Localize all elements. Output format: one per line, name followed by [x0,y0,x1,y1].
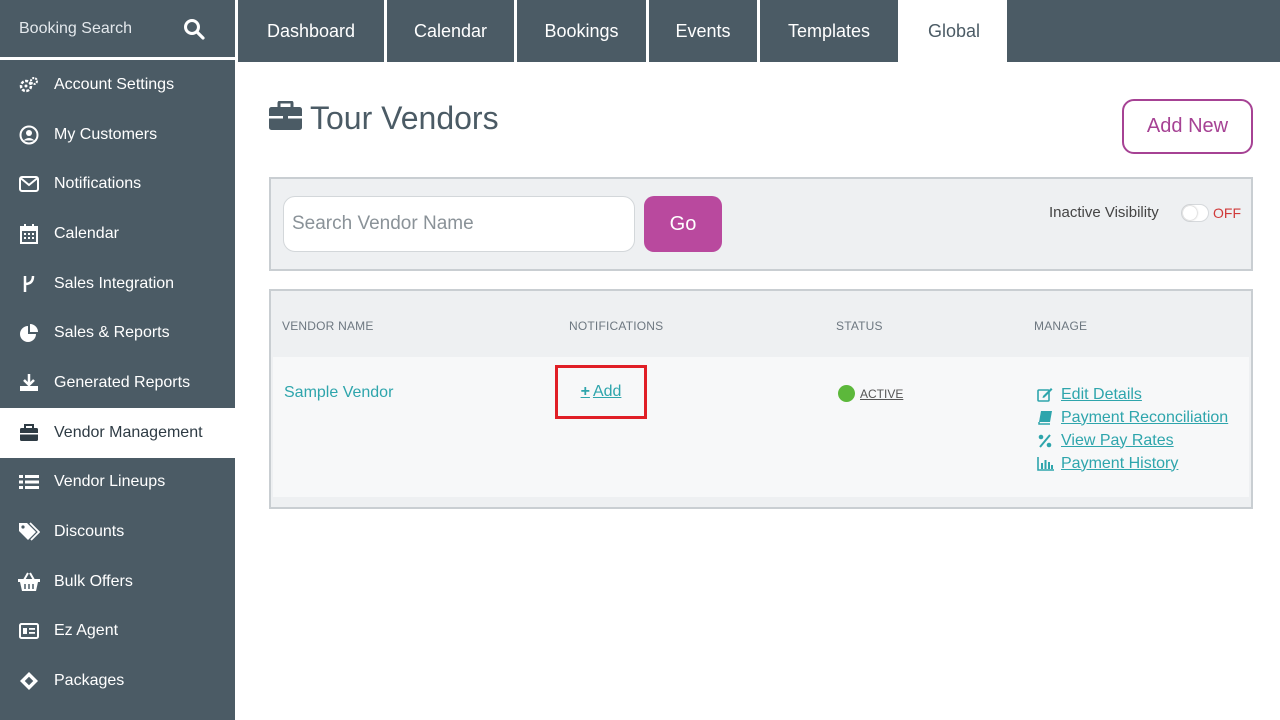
go-button[interactable]: Go [644,196,722,252]
highlight-box: + Add [555,365,647,419]
tab-calendar[interactable]: Calendar [384,0,514,62]
tab-global[interactable]: Global [898,0,1007,62]
add-notification-link[interactable]: + Add [581,383,622,401]
sidebar-item-label: Sales Integration [54,274,175,292]
tab-events[interactable]: Events [646,0,757,62]
status-indicator: ACTIVE [838,385,903,402]
sidebar-item-vendor-lineups[interactable]: Vendor Lineups [0,458,235,508]
table-row: Sample Vendor + Add ACTIVE Edit Details … [273,357,1249,497]
add-notification-label: Add [592,383,622,400]
sidebar-item-label: Notifications [54,175,142,193]
briefcase-icon [18,423,40,443]
inactive-visibility-label: Inactive Visibility [1049,204,1159,221]
fork-icon [18,274,40,294]
edit-details-item[interactable]: Edit Details [1036,383,1228,406]
column-header-status: STATUS [836,319,883,333]
view-pay-rates-link[interactable]: View Pay Rates [1061,432,1174,450]
sidebar-item-label: Ez Agent [54,622,119,640]
sidebar-item-generated-reports[interactable]: Generated Reports [0,358,235,408]
column-header-manage: MANAGE [1034,319,1088,333]
sidebar-item-label: Generated Reports [54,373,191,391]
column-header-vendor-name: VENDOR NAME [282,319,374,333]
tab-bookings[interactable]: Bookings [514,0,646,62]
edit-details-link[interactable]: Edit Details [1061,386,1142,404]
pie-chart-icon [18,323,40,343]
plus-icon: + [580,383,590,400]
book-icon [1036,410,1054,425]
booking-search-label: Booking Search [19,19,132,37]
sidebar-item-calendar[interactable]: Calendar [0,209,235,259]
calendar-icon [18,223,40,244]
column-header-notifications: NOTIFICATIONS [569,319,664,333]
payment-reconciliation-link[interactable]: Payment Reconciliation [1061,409,1228,427]
sidebar-item-label: My Customers [54,125,158,143]
inactive-visibility-toggle[interactable] [1181,204,1209,222]
vendor-search-input[interactable] [283,196,635,252]
tab-templates[interactable]: Templates [757,0,898,62]
tags-icon [18,522,40,542]
sidebar-item-ez-agent[interactable]: Ez Agent [0,607,235,657]
toggle-knob [1183,206,1197,220]
sidebar-item-account-settings[interactable]: Account Settings [0,60,235,110]
sidebar-item-bulk-offers[interactable]: Bulk Offers [0,557,235,607]
download-icon [18,373,40,393]
vendor-name-link[interactable]: Sample Vendor [284,384,393,402]
sidebar-item-discounts[interactable]: Discounts [0,507,235,557]
status-dot-icon [838,385,855,402]
list-icon [18,472,40,492]
sidebar-item-notifications[interactable]: Notifications [0,159,235,209]
sidebar-item-label: Calendar [54,224,119,242]
payment-history-item[interactable]: Payment History [1036,452,1228,475]
payment-history-link[interactable]: Payment History [1061,455,1178,473]
add-new-button[interactable]: Add New [1122,99,1253,154]
sidebar-item-label: Vendor Management [54,423,203,441]
bar-chart-icon [1036,456,1054,471]
sidebar-item-label: Account Settings [54,75,175,93]
view-pay-rates-item[interactable]: View Pay Rates [1036,429,1228,452]
page-title: Tour Vendors [269,100,499,137]
sidebar-item-sales-integration[interactable]: Sales Integration [0,259,235,309]
search-icon[interactable] [183,18,205,40]
sidebar-item-label: Packages [54,672,125,690]
user-circle-icon [18,125,40,145]
booking-search[interactable]: Booking Search [0,0,235,60]
status-text[interactable]: ACTIVE [860,387,903,401]
page-title-text: Tour Vendors [310,100,499,136]
top-navigation: Dashboard Calendar Bookings Events Templ… [235,0,1280,62]
tab-dashboard[interactable]: Dashboard [235,0,384,62]
edit-icon [1036,387,1054,402]
basket-icon [18,572,40,592]
briefcase-icon [269,100,302,136]
vendors-table: VENDOR NAME NOTIFICATIONS STATUS MANAGE … [269,289,1253,509]
sidebar: Booking Search Account Settings My Custo… [0,0,235,720]
sidebar-item-vendor-management[interactable]: Vendor Management [0,407,235,458]
sidebar-item-label: Vendor Lineups [54,473,166,491]
search-panel: Go Inactive Visibility OFF [269,177,1253,271]
toggle-state-text: OFF [1213,205,1241,221]
manage-links: Edit Details Payment Reconciliation View… [1036,383,1228,475]
sidebar-item-packages[interactable]: Packages [0,656,235,706]
sidebar-item-my-customers[interactable]: My Customers [0,110,235,160]
envelope-icon [18,174,40,194]
payment-reconciliation-item[interactable]: Payment Reconciliation [1036,406,1228,429]
sidebar-item-sales-reports[interactable]: Sales & Reports [0,308,235,358]
sidebar-item-label: Discounts [54,523,125,541]
sidebar-item-label: Sales & Reports [54,324,170,342]
sidebar-item-label: Bulk Offers [54,572,133,590]
ticket-icon [18,671,40,691]
percent-icon [1036,433,1054,448]
id-card-icon [18,621,40,641]
gears-icon [18,75,40,95]
